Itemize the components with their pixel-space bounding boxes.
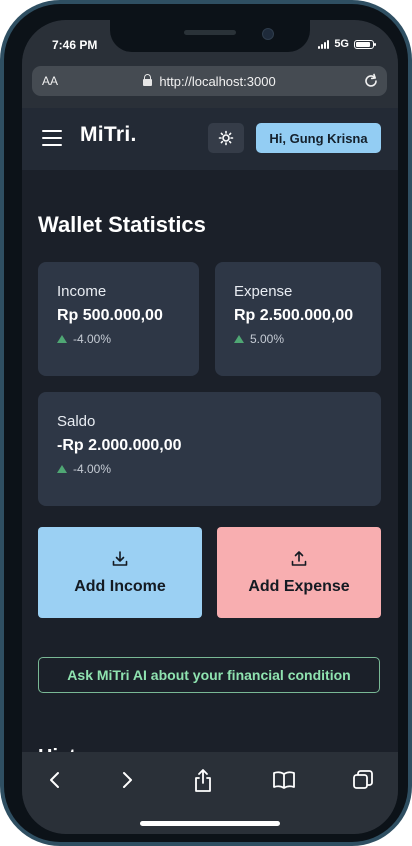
reload-icon[interactable]: [361, 71, 381, 91]
add-income-label: Add Income: [74, 577, 166, 595]
phone-frame: 7:46 PM 5G AA http://localhost:3000 MiTr…: [0, 0, 412, 846]
expense-change: 5.00%: [234, 332, 284, 346]
add-expense-button[interactable]: Add Expense: [217, 527, 381, 618]
bookmarks-icon[interactable]: [271, 768, 297, 792]
trend-up-icon: [57, 335, 67, 343]
saldo-label: Saldo: [57, 413, 96, 430]
saldo-value: -Rp 2.000.000,00: [57, 437, 182, 454]
add-income-button[interactable]: Add Income: [38, 527, 202, 618]
income-value: Rp 500.000,00: [57, 307, 163, 324]
status-indicators: 5G: [318, 38, 376, 50]
lock-icon: [143, 74, 153, 86]
home-indicator[interactable]: [140, 821, 280, 826]
tabs-icon[interactable]: [351, 768, 375, 792]
share-icon[interactable]: [191, 768, 215, 794]
speaker-grille: [184, 30, 236, 35]
user-greeting-button[interactable]: Hi, Gung Krisna: [256, 123, 381, 153]
network-label: 5G: [334, 38, 349, 50]
saldo-change: -4.00%: [57, 462, 111, 476]
income-change: -4.00%: [57, 332, 111, 346]
income-change-value: -4.00%: [73, 332, 112, 346]
screen: 7:46 PM 5G AA http://localhost:3000 MiTr…: [22, 20, 398, 834]
app-header: MiTri. Hi, Gung Krisna: [22, 108, 398, 170]
menu-icon[interactable]: [42, 130, 62, 146]
sun-icon: [218, 130, 234, 146]
address-bar[interactable]: AA http://localhost:3000: [32, 66, 387, 96]
trend-up-icon: [57, 465, 67, 473]
expense-value: Rp 2.500.000,00: [234, 307, 354, 324]
trend-up-icon: [234, 335, 244, 343]
url-display[interactable]: http://localhost:3000: [32, 74, 387, 89]
browser-toolbar: [22, 752, 398, 834]
battery-icon: [354, 39, 376, 49]
signal-icon: [318, 39, 330, 49]
camera-icon: [262, 28, 274, 40]
url-text: http://localhost:3000: [159, 74, 276, 89]
expense-label: Expense: [234, 283, 293, 300]
phone-bezel: 7:46 PM 5G AA http://localhost:3000 MiTr…: [4, 4, 408, 842]
expense-card: Expense Rp 2.500.000,00 5.00%: [215, 262, 381, 376]
browser-address-area: AA http://localhost:3000: [22, 64, 398, 108]
saldo-card: Saldo -Rp 2.000.000,00 -4.00%: [38, 392, 381, 506]
status-time: 7:46 PM: [52, 38, 98, 52]
download-icon: [112, 550, 128, 566]
page-title: Wallet Statistics: [38, 212, 206, 237]
saldo-change-value: -4.00%: [73, 462, 112, 476]
income-label: Income: [57, 283, 107, 300]
add-expense-label: Add Expense: [248, 577, 350, 595]
theme-toggle-button[interactable]: [208, 123, 244, 153]
upload-icon: [291, 550, 307, 566]
ask-ai-button[interactable]: Ask MiTri AI about your financial condit…: [38, 657, 380, 693]
expense-change-value: 5.00%: [250, 332, 285, 346]
back-icon[interactable]: [44, 768, 66, 792]
income-card: Income Rp 500.000,00 -4.00%: [38, 262, 199, 376]
notch: [110, 20, 310, 52]
forward-icon[interactable]: [116, 768, 138, 792]
app-logo[interactable]: MiTri.: [80, 123, 137, 147]
